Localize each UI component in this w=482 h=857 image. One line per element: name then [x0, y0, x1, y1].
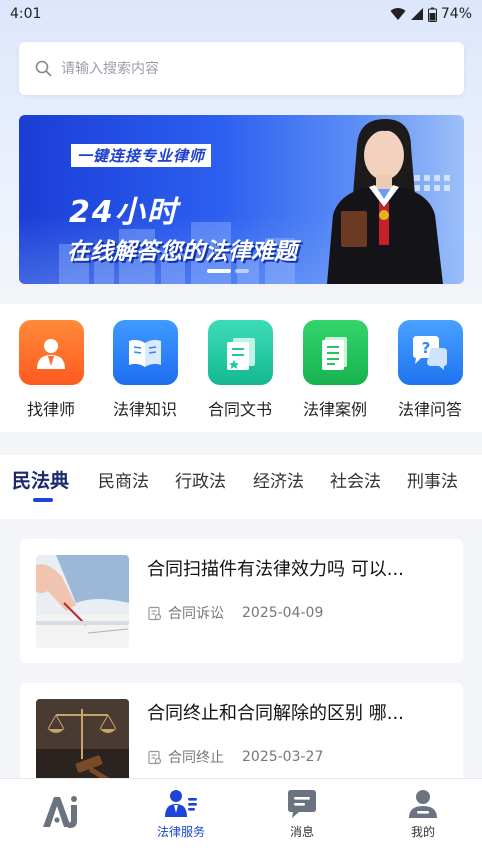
tab-social-law[interactable]: 社会法 [330, 467, 381, 492]
category-legal-knowledge[interactable]: 法律知识 [105, 320, 185, 420]
lawyer-icon [18, 320, 84, 385]
search-icon [35, 60, 52, 77]
category-label: 法律案例 [302, 400, 367, 419]
tag-icon [148, 606, 162, 620]
tab-criminal-law[interactable]: 刑事法 [407, 467, 458, 492]
article-meta: 合同诉讼 2025-04-09 [147, 603, 323, 623]
nav-legal-services[interactable]: 法律服务 [141, 787, 221, 840]
message-icon [288, 790, 316, 818]
search-bar[interactable] [19, 42, 464, 95]
book-icon [112, 320, 178, 385]
category-label: 合同文书 [207, 400, 272, 419]
signal-icon [410, 8, 423, 20]
status-bar: 4:01 74% [0, 0, 482, 28]
tab-economic-law[interactable]: 经济法 [253, 467, 304, 492]
nav-label: 消息 [289, 825, 314, 839]
banner-hours: 24小时 [69, 195, 179, 230]
category-label: 法律问答 [397, 400, 462, 419]
banner-dot-active[interactable] [207, 269, 231, 273]
banner-pagination [207, 269, 249, 273]
service-categories: 找律师 法律知识 合同文书 法律案例 ? 法律问答 [0, 304, 482, 432]
nav-label: 我的 [410, 825, 435, 839]
nav-label: 法律服务 [156, 825, 205, 839]
tab-civil-code[interactable]: 民法典 [12, 466, 69, 493]
tag-icon [148, 750, 162, 764]
bottom-navigation: 法律服务 消息 我的 [0, 778, 482, 857]
law-category-tabs: 民法典 民商法 行政法 经济法 社会法 刑事法 [0, 455, 482, 519]
article-date: 2025-04-09 [242, 605, 324, 621]
category-label: 找律师 [26, 400, 75, 419]
legal-service-icon [165, 790, 197, 817]
tab-administrative-law[interactable]: 行政法 [175, 467, 226, 492]
tab-civil-commercial-law[interactable]: 民商法 [98, 467, 149, 492]
category-legal-cases[interactable]: 法律案例 [295, 320, 375, 420]
status-time: 4:01 [10, 6, 42, 22]
category-label: 法律知识 [112, 400, 177, 419]
lawyer-portrait-image [327, 119, 443, 284]
active-tab-indicator [33, 498, 53, 502]
ai-logo-icon [43, 796, 77, 828]
article-card[interactable]: 合同扫描件有法律效力吗 可以... 合同诉讼 2025-04-09 [20, 539, 463, 663]
article-tag: 合同终止 [168, 750, 224, 766]
banner-headline: 在线解答您的法律难题 [67, 239, 297, 265]
article-tag: 合同诉讼 [168, 606, 224, 622]
article-meta: 合同终止 2025-03-27 [147, 747, 323, 767]
search-input[interactable] [61, 60, 421, 77]
article-title: 合同扫描件有法律效力吗 可以... [147, 559, 404, 580]
status-icons: 74% [390, 6, 472, 22]
document-icon [302, 320, 368, 385]
category-find-lawyer[interactable]: 找律师 [11, 320, 91, 420]
article-date: 2025-03-27 [242, 749, 324, 765]
article-title: 合同终止和合同解除的区别 哪... [147, 703, 404, 724]
category-legal-qa[interactable]: ? 法律问答 [390, 320, 470, 420]
article-thumbnail [36, 555, 129, 648]
promo-banner[interactable]: 一键连接专业律师 24小时 在线解答您的法律难题 [19, 115, 464, 284]
banner-dot[interactable] [235, 269, 249, 273]
svg-text:?: ? [422, 339, 431, 357]
qa-icon: ? [397, 320, 463, 385]
banner-tagline: 一键连接专业律师 [71, 144, 212, 167]
category-contract-docs[interactable]: 合同文书 [200, 320, 280, 420]
nav-messages[interactable]: 消息 [262, 787, 342, 840]
profile-icon [409, 790, 437, 818]
nav-ai-assistant[interactable] [20, 791, 100, 831]
wifi-icon [390, 8, 406, 20]
contract-icon [207, 320, 273, 385]
nav-profile[interactable]: 我的 [383, 787, 463, 840]
battery-icon [427, 7, 437, 22]
battery-percent: 74% [440, 6, 472, 22]
